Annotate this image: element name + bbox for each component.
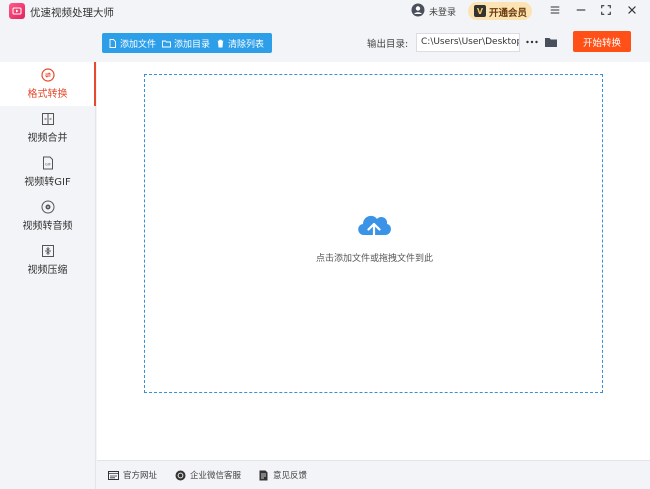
title-bar: 优速视频处理大师 未登录 V 开通会员 bbox=[0, 0, 650, 24]
website-icon bbox=[108, 470, 119, 480]
app-logo-icon bbox=[9, 3, 25, 19]
format-convert-icon bbox=[40, 68, 55, 82]
official-website-label: 官方网址 bbox=[123, 471, 158, 481]
sidebar-item-merge[interactable]: 视频合并 bbox=[0, 106, 95, 150]
folder-outline-icon bbox=[162, 40, 171, 47]
sidebar-item-label: 视频压缩 bbox=[27, 265, 68, 276]
audio-icon bbox=[41, 200, 54, 214]
merge-icon bbox=[41, 113, 54, 125]
sidebar: 格式转换 视频合并 GIF 视频转GIF 视频转音频 视频压缩 bbox=[0, 62, 96, 489]
compress-icon bbox=[41, 245, 54, 257]
clear-list-label: 清除列表 bbox=[228, 39, 265, 50]
start-convert-button[interactable]: 开始转换 bbox=[573, 31, 631, 52]
chat-icon bbox=[175, 470, 186, 480]
file-drop-zone[interactable]: 点击添加文件或拖拽文件到此 bbox=[144, 74, 603, 393]
login-status[interactable]: 未登录 bbox=[429, 5, 456, 18]
more-options-icon[interactable] bbox=[525, 37, 539, 47]
sidebar-item-label: 视频转GIF bbox=[24, 177, 71, 188]
add-file-button[interactable]: 添加文件 bbox=[102, 33, 156, 53]
clear-list-button[interactable]: 清除列表 bbox=[210, 33, 264, 53]
gif-icon: GIF bbox=[42, 156, 53, 170]
sidebar-item-audio[interactable]: 视频转音频 bbox=[0, 194, 95, 238]
sidebar-item-label: 视频转音频 bbox=[22, 221, 73, 232]
open-folder-icon[interactable] bbox=[544, 35, 558, 49]
file-button-group: 添加文件 添加目录 清除列表 bbox=[102, 33, 272, 53]
sidebar-item-compress[interactable]: 视频压缩 bbox=[0, 238, 95, 282]
official-website-link[interactable]: 官方网址 bbox=[108, 469, 157, 481]
minimize-icon[interactable] bbox=[574, 3, 588, 17]
drop-hint-text: 点击添加文件或拖拽文件到此 bbox=[315, 254, 433, 264]
feedback-icon bbox=[259, 470, 268, 480]
wechat-service-link[interactable]: 企业微信客服 bbox=[175, 469, 241, 481]
vip-label: 开通会员 bbox=[489, 8, 528, 19]
output-dir-label: 输出目录: bbox=[367, 39, 409, 50]
menu-icon[interactable] bbox=[548, 3, 562, 17]
app-title: 优速视频处理大师 bbox=[30, 7, 114, 19]
toolbar: 添加文件 添加目录 清除列表 输出目录: C:\Users\User\Deskt… bbox=[97, 25, 650, 61]
close-icon[interactable] bbox=[625, 3, 639, 17]
vip-crown-icon: V bbox=[474, 5, 486, 17]
feedback-label: 意见反馈 bbox=[273, 471, 308, 481]
wechat-service-label: 企业微信客服 bbox=[190, 471, 242, 481]
file-icon bbox=[109, 38, 116, 48]
add-dir-button[interactable]: 添加目录 bbox=[156, 33, 210, 53]
trash-icon bbox=[217, 39, 224, 47]
add-dir-label: 添加目录 bbox=[174, 39, 211, 50]
add-file-label: 添加文件 bbox=[120, 39, 157, 50]
cloud-upload-icon bbox=[358, 215, 391, 243]
sidebar-item-label: 格式转换 bbox=[27, 89, 68, 100]
vip-button[interactable]: V 开通会员 bbox=[468, 2, 532, 20]
main-panel: 点击添加文件或拖拽文件到此 bbox=[97, 62, 650, 460]
footer: 官方网址 企业微信客服 意见反馈 bbox=[97, 460, 650, 489]
svg-text:GIF: GIF bbox=[45, 163, 51, 167]
maximize-icon[interactable] bbox=[599, 3, 613, 17]
sidebar-item-format-convert[interactable]: 格式转换 bbox=[0, 62, 96, 106]
feedback-link[interactable]: 意见反馈 bbox=[258, 469, 307, 481]
output-dir-field[interactable]: C:\Users\User\Desktop bbox=[416, 33, 520, 52]
sidebar-item-label: 视频合并 bbox=[27, 133, 68, 144]
user-avatar-icon[interactable] bbox=[411, 3, 425, 17]
sidebar-item-gif[interactable]: GIF 视频转GIF bbox=[0, 150, 95, 194]
